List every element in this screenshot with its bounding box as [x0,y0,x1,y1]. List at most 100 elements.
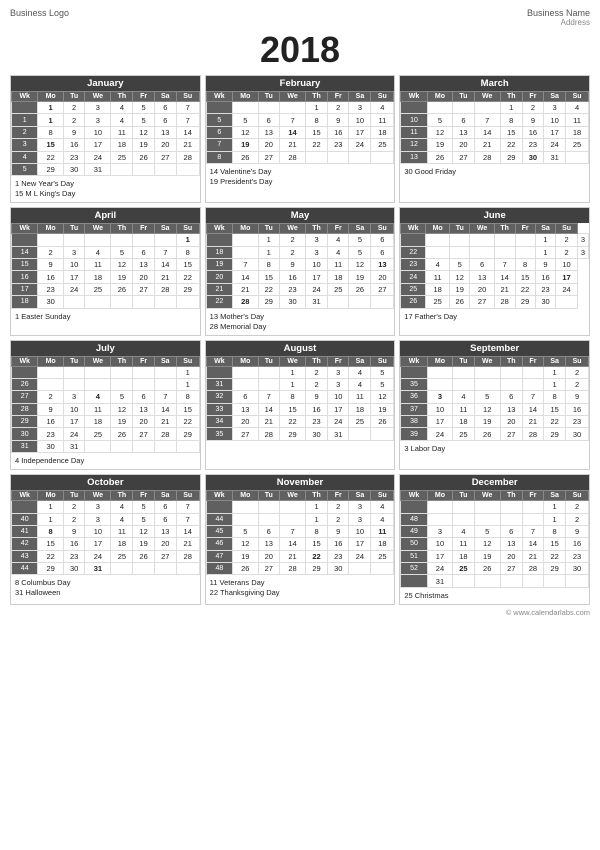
holiday-item: 1 Easter Sunday [15,312,196,321]
day-cell: 5 [133,513,154,525]
day-cell: 10 [349,114,371,126]
day-cell [85,378,111,390]
day-cell: 19 [133,538,154,550]
day-cell: 28 [279,563,305,575]
day-cell: 27 [470,296,495,308]
col-header-wk: Wk [401,356,427,366]
day-cell: 15 [306,538,328,550]
day-cell: 1 [306,102,328,114]
day-cell: 30 [38,440,64,452]
cal-row: 1234 [206,501,394,513]
day-cell: 30 [279,296,305,308]
day-cell: 16 [279,271,305,283]
week-num: 46 [206,538,232,550]
cal-row: 26252627282930 [401,296,589,308]
day-cell: 3 [306,246,328,258]
day-cell: 1 [258,234,279,246]
col-header-th: Th [111,224,133,234]
col-header-su: Su [566,92,589,102]
day-cell [522,378,543,390]
day-cell: 16 [63,139,84,151]
month-title: December [400,475,589,490]
col-header-th: Th [306,356,328,366]
day-cell: 20 [233,416,259,428]
cal-row: 1 [12,234,200,246]
holiday-item: 31 Halloween [15,588,196,597]
day-cell: 19 [474,416,500,428]
day-cell: 23 [328,550,349,562]
week-num: 50 [401,538,427,550]
col-header-tu: Tu [63,92,84,102]
day-cell: 30 [63,563,84,575]
day-cell [154,440,176,452]
day-cell: 21 [494,283,515,295]
week-num: 47 [206,550,232,562]
day-cell: 9 [522,114,543,126]
day-cell: 25 [85,283,111,295]
week-num [12,234,38,246]
cal-row: 1830 [12,296,200,308]
day-cell: 30 [566,428,589,440]
day-cell [279,501,305,513]
week-num: 2 [12,126,38,138]
day-cell: 18 [453,550,474,562]
day-cell: 18 [111,538,133,550]
col-header-su: Su [176,491,199,501]
col-header-sa: Sa [544,92,566,102]
week-num: 42 [12,538,38,550]
day-cell: 3 [328,378,349,390]
cal-row: 1112131415161718 [401,126,589,138]
day-cell: 1 [544,501,566,513]
day-cell: 22 [306,550,328,562]
day-cell: 16 [535,271,556,283]
day-cell [111,563,133,575]
day-cell: 8 [306,114,328,126]
day-cell: 9 [279,259,305,271]
day-cell: 9 [535,259,556,271]
day-cell [258,366,279,378]
day-cell: 9 [38,403,64,415]
day-cell: 17 [556,271,577,283]
day-cell: 28 [176,151,199,163]
day-cell: 4 [453,525,474,537]
day-cell: 4 [371,102,394,114]
week-num: 29 [12,416,38,428]
day-cell [258,102,279,114]
month-table: WkMoTuWeThFrSaSu123410567891011111213141… [400,91,589,164]
cal-row: 272345678 [12,391,200,403]
cal-row: 22123 [401,246,589,258]
holidays-section: 1 Easter Sunday [11,309,200,325]
day-cell: 3 [349,513,371,525]
day-cell: 9 [566,391,589,403]
week-num: 18 [12,296,38,308]
col-header-th: Th [500,356,522,366]
col-header-fr: Fr [522,491,543,501]
week-num: 35 [401,378,427,390]
day-cell [328,296,349,308]
day-cell: 1 [544,378,566,390]
day-cell: 27 [154,151,176,163]
day-cell: 26 [133,550,154,562]
week-num: 37 [401,403,427,415]
day-cell [474,575,500,587]
day-cell: 27 [453,151,474,163]
holidays-section: 8 Columbus Day31 Halloween [11,575,200,601]
col-header-fr: Fr [133,356,154,366]
day-cell: 19 [371,403,394,415]
week-num [12,366,38,378]
day-cell [154,563,176,575]
col-header-we: We [279,356,305,366]
day-cell: 13 [258,538,279,550]
cal-row: 2411121314151617 [401,271,589,283]
day-cell: 19 [349,271,371,283]
day-cell: 11 [328,259,349,271]
col-header-mo: Mo [38,491,64,501]
cal-row: 3924252627282930 [401,428,589,440]
day-cell: 8 [515,259,535,271]
day-cell: 29 [38,163,64,175]
cal-row: 2014151617181920 [206,271,394,283]
col-header-wk: Wk [401,92,427,102]
day-cell: 21 [154,271,176,283]
day-cell: 7 [176,114,199,126]
day-cell: 5 [111,246,133,258]
